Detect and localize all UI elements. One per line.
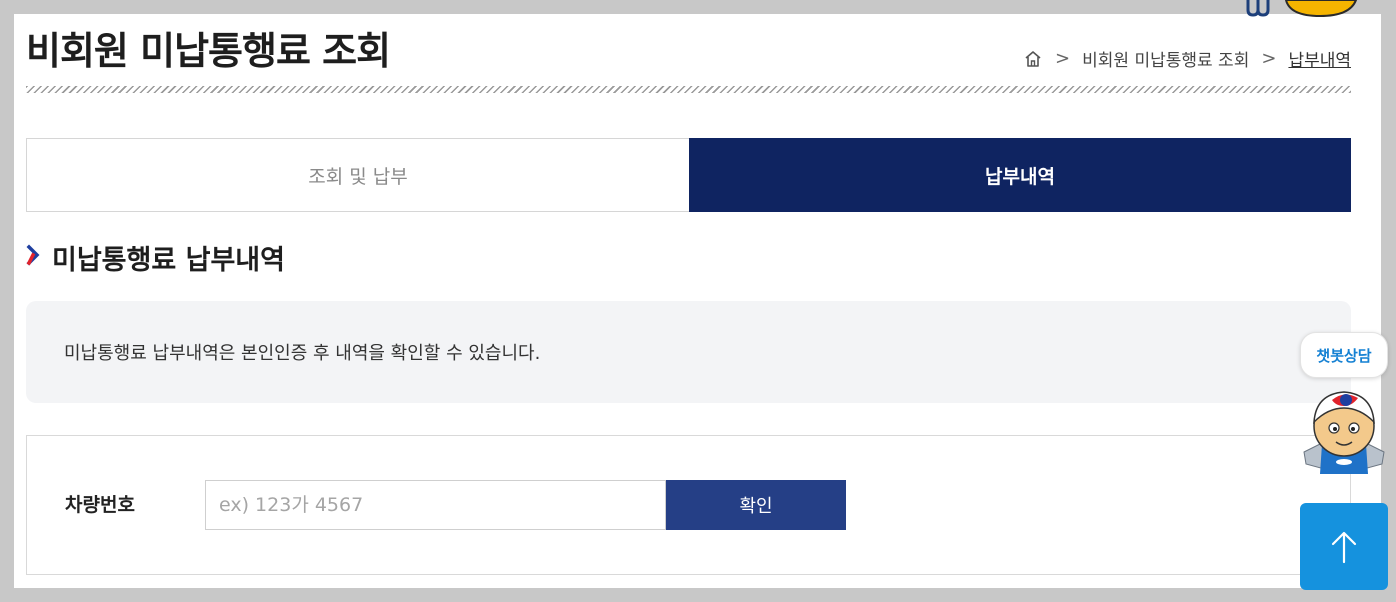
section-title: 미납통행료 납부내역 [52,245,285,276]
arrow-up-icon [1331,531,1357,563]
tab-payment-history[interactable]: 납부내역 [689,138,1351,212]
tab-bar: 조회 및 납부 납부내역 [26,138,1351,212]
notice-box: 미납통행료 납부내역은 본인인증 후 내역을 확인할 수 있습니다. [26,301,1351,403]
breadcrumb: > 비회원 미납통행료 조회 > 납부내역 [1023,46,1351,71]
home-icon[interactable] [1023,49,1043,69]
mascot-image [1240,0,1365,18]
page-title: 비회원 미납통행료 조회 [26,29,391,73]
tab-inquiry-payment[interactable]: 조회 및 납부 [26,138,689,212]
vehicle-number-label: 차량번호 [65,494,135,516]
scroll-to-top-button[interactable] [1300,503,1388,590]
title-divider [26,86,1351,93]
breadcrumb-separator-icon: > [1055,48,1071,69]
notice-text: 미납통행료 납부내역은 본인인증 후 내역을 확인할 수 있습니다. [64,343,541,364]
chatbot-bubble[interactable]: 챗봇상담 [1300,332,1388,378]
chatbot-mascot-icon[interactable] [1298,382,1390,480]
breadcrumb-separator-icon: > [1261,48,1277,69]
breadcrumb-current[interactable]: 납부내역 [1288,46,1351,71]
chevron-right-icon [26,242,52,273]
vehicle-number-input[interactable] [205,480,666,530]
content-panel: 비회원 미납통행료 조회 > 비회원 미납통행료 조회 > 납부내역 조회 및 … [14,14,1381,588]
vehicle-search-form: 차량번호 확인 [26,435,1351,575]
confirm-button[interactable]: 확인 [666,480,846,530]
breadcrumb-item[interactable]: 비회원 미납통행료 조회 [1082,46,1249,71]
chatbot-widget[interactable]: 챗봇상담 [1298,330,1390,480]
section-heading: 미납통행료 납부내역 [26,238,285,277]
